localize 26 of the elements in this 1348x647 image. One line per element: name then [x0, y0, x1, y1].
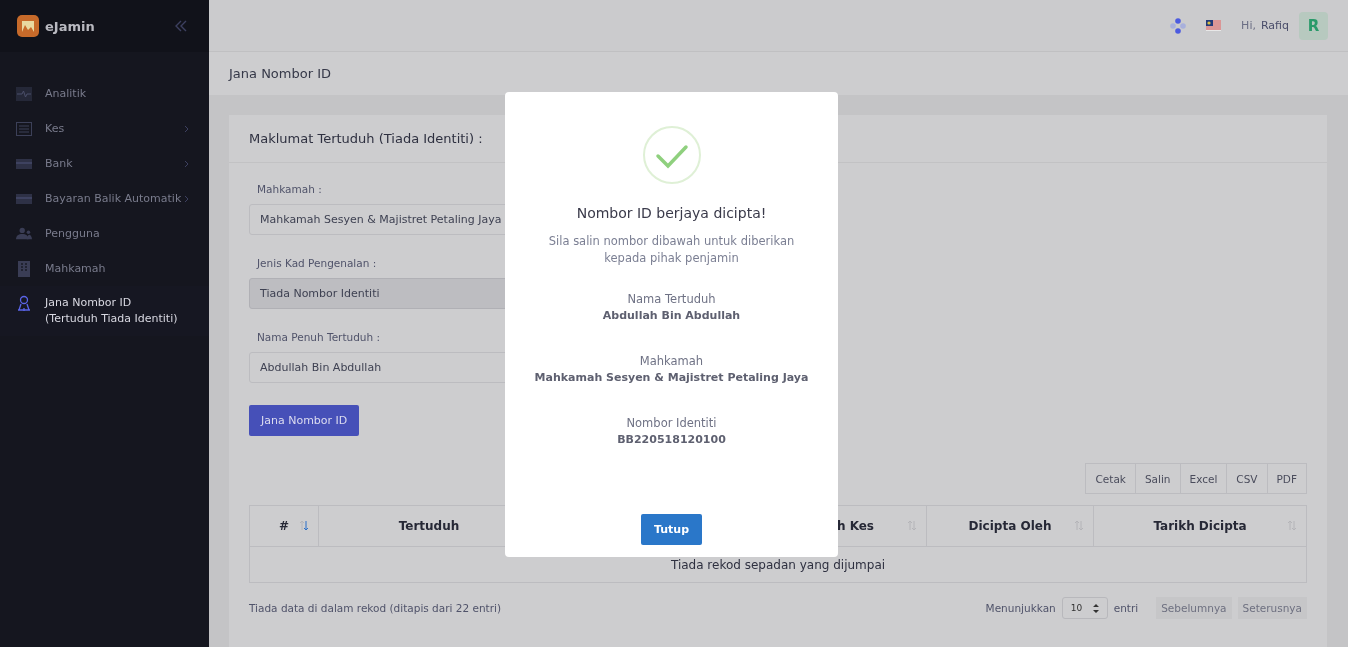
field-label: Mahkamah : — [256, 183, 322, 195]
empty-message: Tiada rekod sepadan yang dijumpai — [669, 556, 887, 574]
sidebar-item-label: Pengguna — [45, 225, 101, 242]
dialog-message: Sila salin nombor dibawah untuk diberikan kepada pihak penjamin — [547, 233, 796, 267]
detail-label: Nombor Identiti — [626, 416, 717, 430]
length-label: Menunjukkan — [985, 602, 1056, 614]
field-label: Nama Penuh Tertuduh : — [256, 331, 381, 343]
page-title: Jana Nombor ID — [229, 66, 331, 81]
sidebar-item-label: Mahkamah — [45, 260, 107, 277]
logo-text: eJamin — [45, 18, 96, 34]
table-info: Tiada data di dalam rekod (ditapis dari 22 entri) — [249, 602, 502, 614]
detail-value: Abdullah Bin Abdullah — [602, 309, 741, 322]
length-label: entri — [1113, 602, 1139, 614]
sidebar-item-label: Bank — [45, 155, 74, 172]
greeting-text: Hi, — [1241, 19, 1256, 32]
sidebar-item-label: Analitik — [45, 85, 88, 102]
detail-label: Mahkamah — [639, 354, 704, 368]
detail-label: Nama Tertuduh — [627, 292, 716, 306]
detail-value: Mahkamah Sesyen & Majistret Petaling Jaya — [534, 371, 809, 384]
card-title: Maklumat Tertuduh (Tiada Identiti) : — [249, 131, 483, 146]
sidebar-item-label: Kes — [45, 120, 66, 137]
dialog-title: Nombor ID berjaya dicipta! — [576, 205, 767, 221]
field-label: Jenis Kad Pengenalan : — [255, 257, 377, 269]
detail-value: BB220518120100 — [617, 433, 726, 446]
sidebar-item-label: Jana Nombor ID (Tertuduh Tiada Identiti) — [45, 295, 179, 327]
sidebar-item-label: Bayaran Balik Automatik — [45, 190, 183, 207]
